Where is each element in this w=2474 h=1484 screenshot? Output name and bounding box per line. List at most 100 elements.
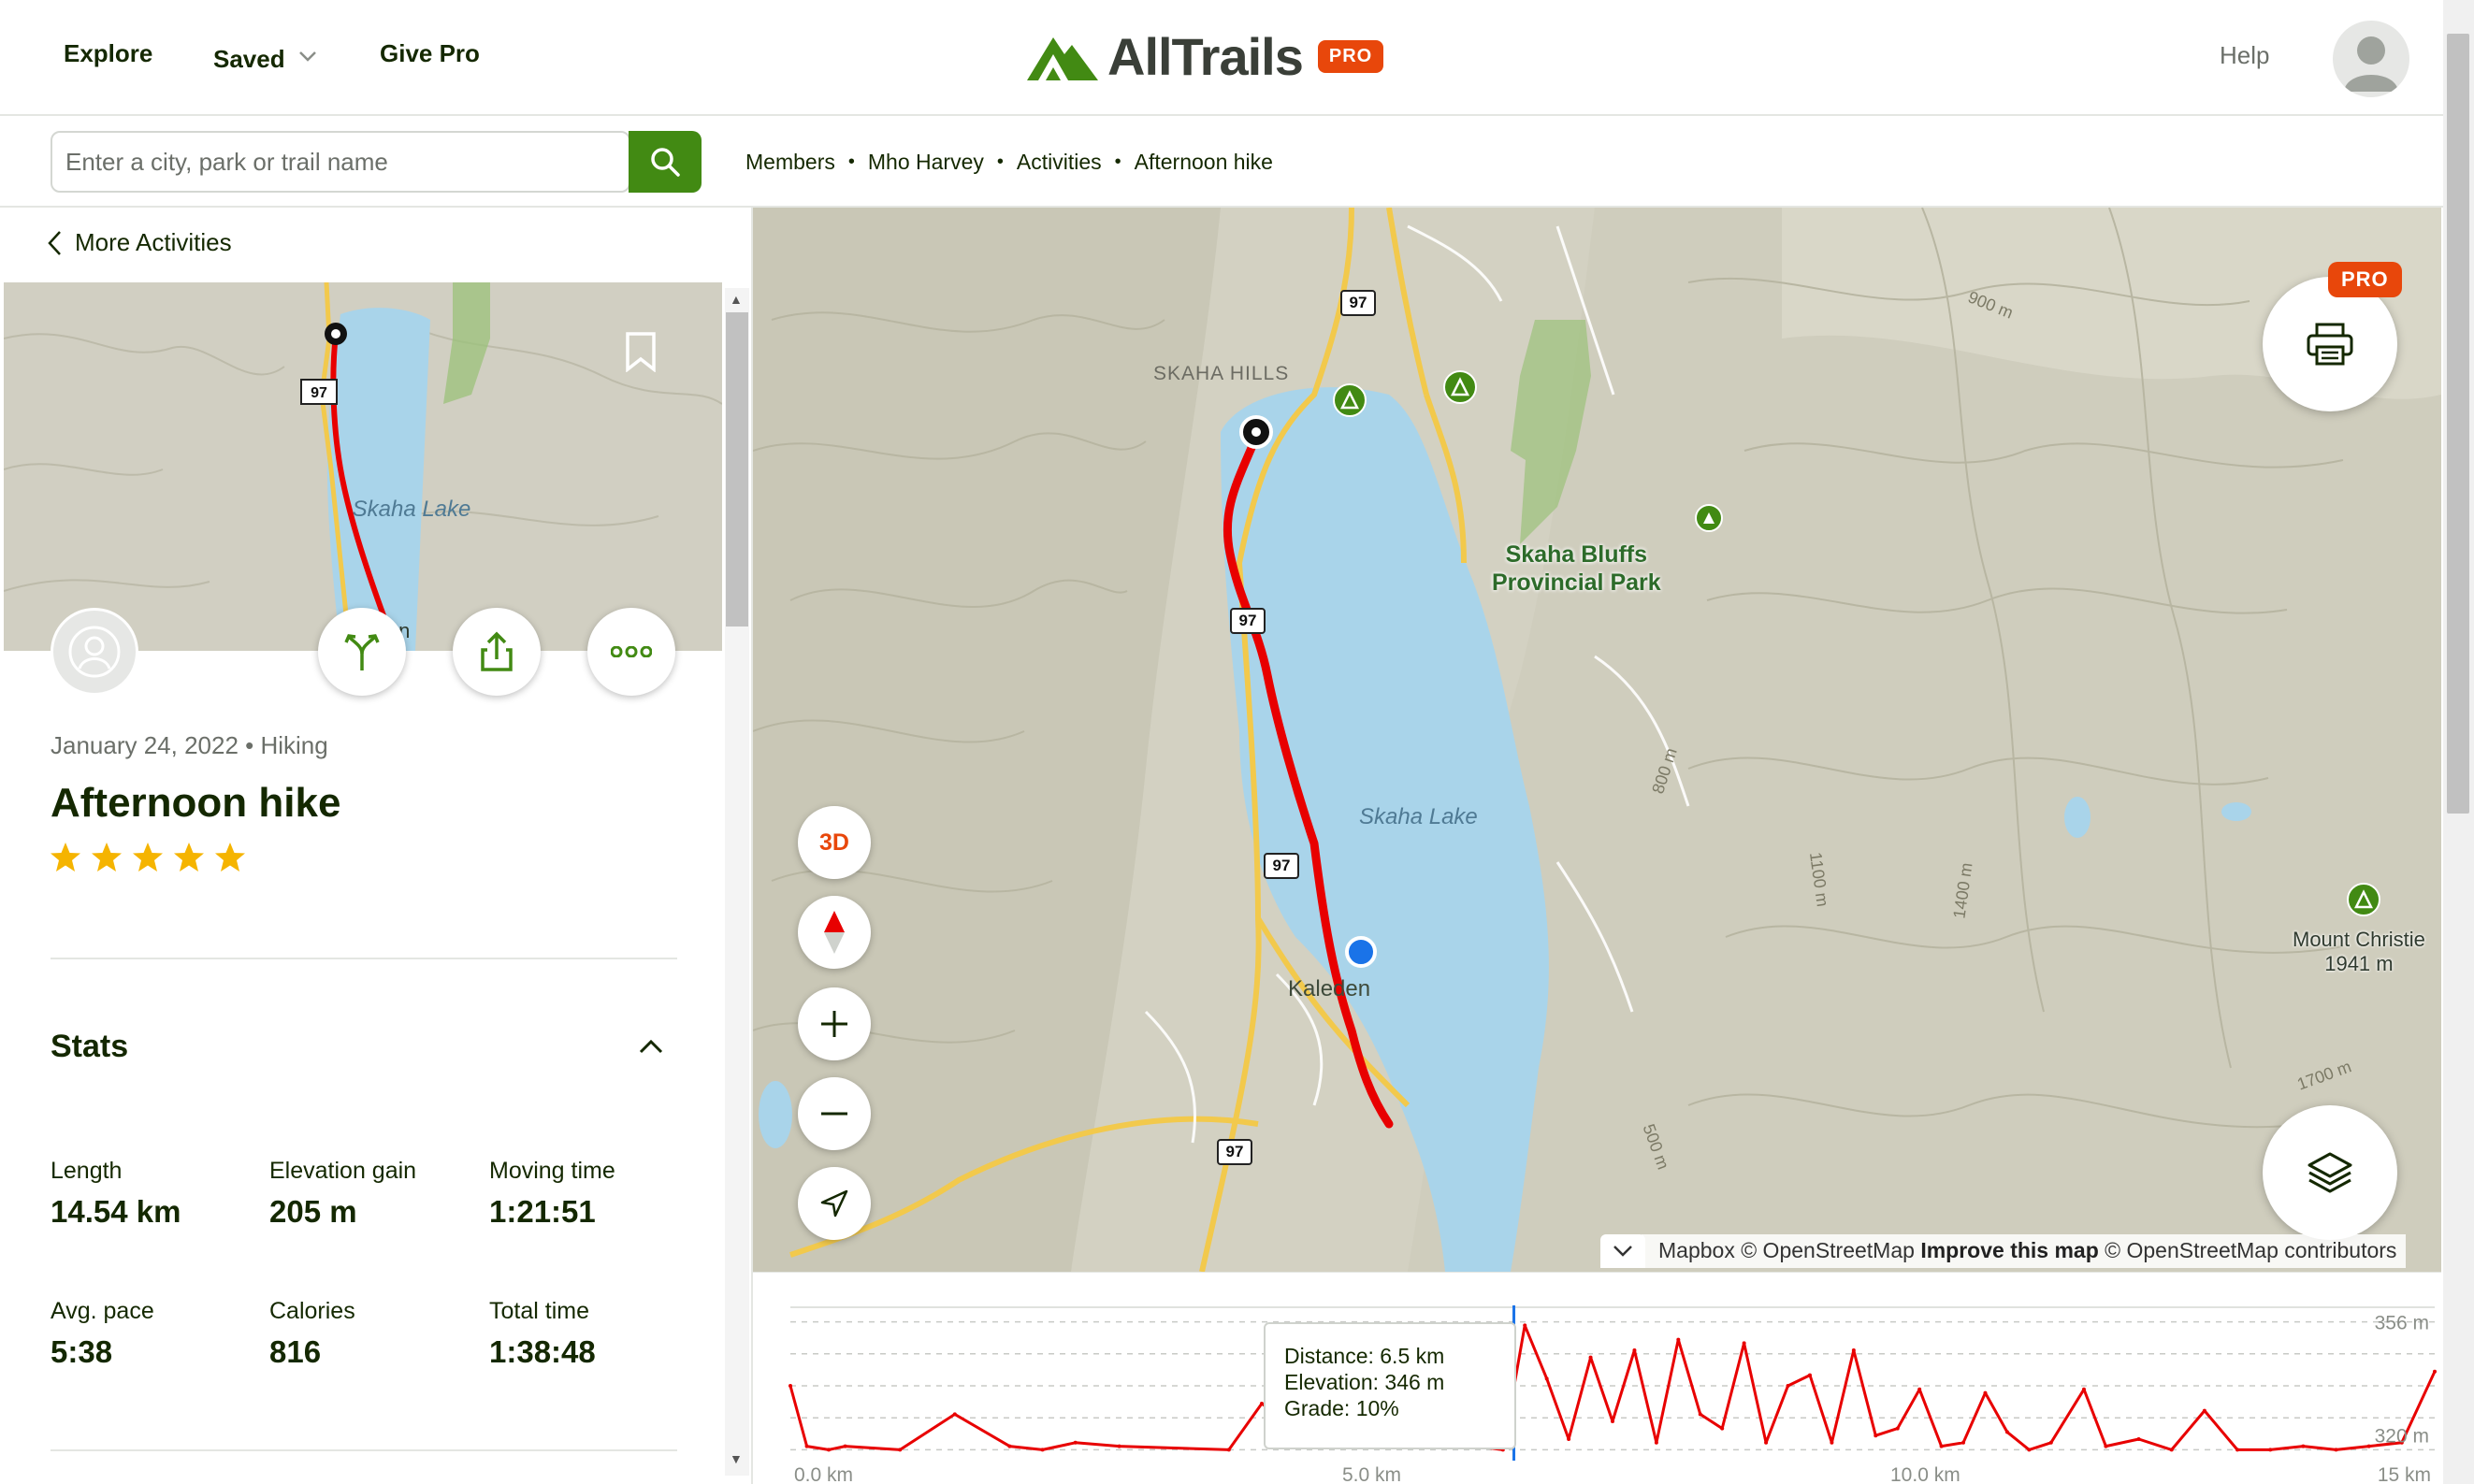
elevation-point <box>898 1448 903 1452</box>
park-name-line2: Provincial Park <box>1492 569 1661 596</box>
stat-label: Elevation gain <box>269 1158 417 1184</box>
nav-saved[interactable]: Saved <box>213 39 317 74</box>
elevation-point <box>2004 1430 2009 1434</box>
search-box <box>51 131 630 193</box>
elevation-profile[interactable]: 356 m 320 m 0.0 km 5.0 km 10.0 km 15 km Dista… <box>753 1272 2441 1484</box>
x-tick-label: 5.0 km <box>1342 1464 1401 1484</box>
topographic-map[interactable]: 97 97 97 97 SKAHA HILLS Skaha Lake Kaled… <box>753 208 2441 1272</box>
breadcrumb-member-name[interactable]: Mho Harvey <box>868 150 984 175</box>
route-split-icon <box>344 634 380 670</box>
elevation-point <box>1742 1341 1746 1346</box>
zoom-out-button[interactable] <box>798 1077 871 1150</box>
breadcrumb: Members • Mho Harvey • Activities • Afte… <box>745 150 1273 175</box>
zoom-in-button[interactable] <box>798 987 871 1060</box>
user-outline-icon <box>68 626 121 678</box>
bookmark-icon[interactable] <box>625 331 657 377</box>
chevron-up-icon[interactable] <box>638 1038 664 1059</box>
stat-value: 14.54 km <box>51 1194 181 1229</box>
share-button[interactable] <box>453 608 541 696</box>
more-activities-link[interactable]: More Activities <box>47 228 232 257</box>
attribution-mapbox[interactable]: Mapbox © OpenStreetMap <box>1658 1238 1915 1262</box>
scroll-up-arrow-icon[interactable]: ▲ <box>730 292 743 307</box>
x-tick-label: 15 km <box>2378 1464 2431 1484</box>
minus-icon <box>821 1112 847 1116</box>
improve-map-link[interactable]: Improve this map <box>1920 1238 2098 1262</box>
thumbnail-lake-label: Skaha Lake <box>353 497 471 522</box>
elevation-point <box>2235 1448 2240 1452</box>
elevation-point <box>2268 1448 2273 1452</box>
route-fork-button[interactable] <box>318 608 406 696</box>
elevation-point <box>1544 1376 1549 1381</box>
printer-icon <box>2307 323 2353 366</box>
search-bar-row: Members • Mho Harvey • Activities • Afte… <box>0 116 2474 208</box>
stat-length: Length 14.54 km <box>51 1158 181 1230</box>
elevation-point <box>952 1412 957 1417</box>
attribution-toggle[interactable] <box>1600 1234 1645 1268</box>
more-activities-label: More Activities <box>75 228 232 256</box>
map-layers-button[interactable] <box>2263 1105 2397 1240</box>
stat-value: 5:38 <box>51 1334 113 1369</box>
breadcrumb-members[interactable]: Members <box>745 150 835 175</box>
elevation-point <box>1851 1348 1856 1352</box>
elevation-point <box>1117 1444 1121 1448</box>
compass-icon <box>824 911 845 954</box>
elevation-point <box>1007 1444 1012 1448</box>
scroll-down-arrow-icon[interactable]: ▼ <box>730 1451 743 1466</box>
tooltip-grade: Grade: 10% <box>1284 1396 1399 1420</box>
stat-label: Moving time <box>489 1158 615 1184</box>
star-icon <box>133 843 163 872</box>
elevation-point <box>1567 1437 1571 1441</box>
tooltip-elevation: Elevation: 346 m <box>1284 1370 1445 1394</box>
plus-icon <box>821 1011 847 1037</box>
elevation-point <box>843 1444 847 1448</box>
star-icon <box>92 843 122 872</box>
attribution-osm[interactable]: © OpenStreetMap contributors <box>2105 1238 2396 1262</box>
search-input[interactable] <box>65 142 627 181</box>
search-button[interactable] <box>629 131 702 193</box>
map-label-skaha-hills: SKAHA HILLS <box>1153 363 1290 384</box>
star-icon <box>174 843 204 872</box>
locate-me-button[interactable] <box>798 1167 871 1240</box>
elevation-point <box>1764 1440 1769 1445</box>
chevron-down-icon <box>298 39 317 68</box>
activity-map-thumbnail[interactable]: 97 Skaha Lake Kaleden <box>4 282 722 651</box>
elevation-point <box>2048 1440 2053 1445</box>
elevation-series-line <box>788 1323 2437 1451</box>
user-avatar[interactable] <box>2333 21 2409 97</box>
map-attribution: Mapbox © OpenStreetMap Improve this map … <box>1642 1234 2407 1268</box>
breadcrumb-activities[interactable]: Activities <box>1017 150 1102 175</box>
stat-value: 205 m <box>269 1194 357 1229</box>
elevation-point <box>827 1448 832 1452</box>
tooltip-distance: Distance: 6.5 km <box>1284 1344 1445 1368</box>
logo-wordmark: AllTrails <box>1107 26 1304 86</box>
stat-label: Calories <box>269 1298 355 1324</box>
window-scrollbar[interactable] <box>2443 0 2474 1484</box>
breadcrumb-current: Afternoon hike <box>1134 150 1273 174</box>
map-label-park: Skaha Bluffs Provincial Park <box>1492 540 1661 597</box>
mountain-logo-icon <box>1027 37 1098 80</box>
stat-elevation-gain: Elevation gain 205 m <box>269 1158 416 1230</box>
nav-give-pro[interactable]: Give Pro <box>380 39 480 68</box>
elevation-point <box>1654 1440 1658 1445</box>
window-scrollbar-thumb[interactable] <box>2447 34 2469 814</box>
park-name-line1: Skaha Bluffs <box>1505 541 1648 568</box>
nav-explore[interactable]: Explore <box>64 39 152 68</box>
breadcrumb-separator: • <box>847 151 855 172</box>
more-options-button[interactable] <box>587 608 675 696</box>
activity-user-avatar[interactable] <box>51 608 138 696</box>
sidebar-scrollbar-thumb[interactable] <box>726 312 748 627</box>
breadcrumb-separator: • <box>996 151 1004 172</box>
alltrails-logo[interactable]: AllTrails PRO <box>1025 26 1384 86</box>
activity-title: Afternoon hike <box>51 780 341 826</box>
x-tick-label: 10.0 km <box>1890 1464 1960 1484</box>
stat-label: Length <box>51 1158 123 1184</box>
compass-button[interactable] <box>798 896 871 969</box>
thumbnail-highway-label: 97 <box>311 385 327 401</box>
stat-total-time: Total time 1:38:48 <box>489 1298 596 1370</box>
stat-value: 1:38:48 <box>489 1334 596 1369</box>
elevation-point <box>1073 1440 1078 1445</box>
3d-toggle-button[interactable]: 3D <box>798 806 871 879</box>
help-link[interactable]: Help <box>2220 41 2269 70</box>
elevation-point <box>1874 1434 1878 1438</box>
elevation-point <box>1786 1384 1790 1388</box>
